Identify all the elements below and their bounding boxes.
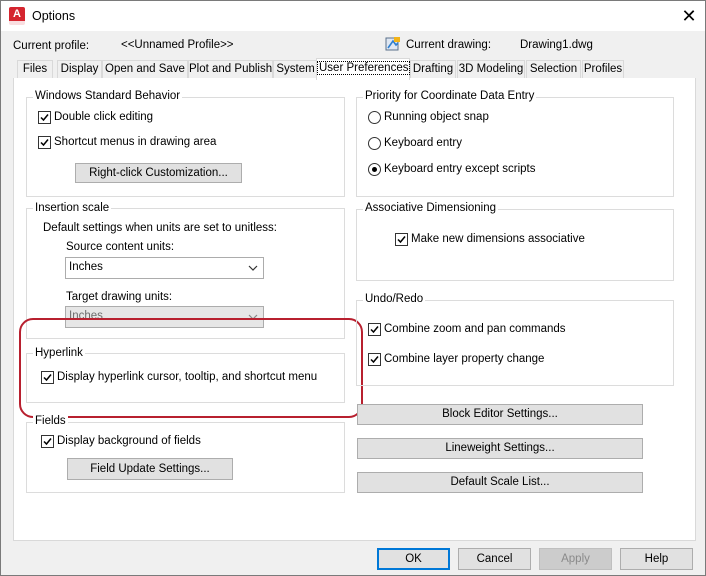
make-dimensions-associative-checkbox[interactable] (395, 233, 408, 246)
tab-open-and-save[interactable]: Open and Save (102, 60, 188, 78)
keyboard-entry-radio[interactable] (368, 137, 381, 150)
tab-plot-and-publish[interactable]: Plot and Publish (188, 60, 273, 78)
keyboard-entry-except-scripts-label: Keyboard entry except scripts (384, 163, 536, 175)
tab-user-preferences[interactable]: User Preferences (316, 58, 411, 80)
target-drawing-units-label: Target drawing units: (66, 291, 173, 303)
shortcut-menus-label: Shortcut menus in drawing area (54, 136, 217, 148)
insertion-scale-title: Insertion scale (33, 202, 112, 214)
undo-redo-group (356, 300, 674, 386)
options-dialog: A Options ✕ Current profile: <<Unnamed P… (0, 0, 706, 576)
fields-title: Fields (33, 415, 68, 427)
default-scale-list-button[interactable]: Default Scale List... (357, 472, 643, 493)
source-content-units-label: Source content units: (66, 241, 175, 253)
radio-selected-dot (372, 167, 377, 172)
field-update-settings-button[interactable]: Field Update Settings... (67, 458, 233, 480)
title-bar: A Options ✕ (1, 1, 705, 31)
tab-user-preferences-label: User Preferences (317, 61, 411, 75)
running-object-snap-radio[interactable] (368, 111, 381, 124)
tab-selection[interactable]: Selection (526, 60, 581, 78)
current-drawing-label: Current drawing: (406, 39, 492, 51)
source-content-units-select[interactable]: Inches (65, 257, 264, 279)
display-field-background-label: Display background of fields (57, 435, 201, 447)
combine-zoom-pan-label: Combine zoom and pan commands (384, 323, 566, 335)
current-profile-label: Current profile: (13, 40, 90, 52)
running-object-snap-label: Running object snap (384, 111, 489, 123)
combine-zoom-pan-checkbox[interactable] (368, 323, 381, 336)
combine-layer-change-checkbox[interactable] (368, 353, 381, 366)
combine-layer-change-label: Combine layer property change (384, 353, 545, 365)
lineweight-settings-button[interactable]: Lineweight Settings... (357, 438, 643, 459)
double-click-editing-checkbox[interactable] (38, 111, 51, 124)
shortcut-menus-checkbox[interactable] (38, 136, 51, 149)
display-field-background-checkbox[interactable] (41, 435, 54, 448)
tab-3d-modeling[interactable]: 3D Modeling (457, 60, 525, 78)
window-title: Options (32, 9, 76, 23)
priority-coordinate-title: Priority for Coordinate Data Entry (363, 90, 537, 102)
insertion-scale-description: Default settings when units are set to u… (43, 222, 277, 234)
ok-button[interactable]: OK (377, 548, 450, 570)
associative-dimensioning-title: Associative Dimensioning (363, 202, 499, 214)
help-button[interactable]: Help (620, 548, 693, 570)
keyboard-entry-label: Keyboard entry (384, 137, 462, 149)
current-drawing-value: Drawing1.dwg (520, 39, 593, 51)
undo-redo-title: Undo/Redo (363, 293, 426, 305)
apply-button[interactable]: Apply (539, 548, 612, 570)
autocad-app-icon: A (9, 7, 25, 25)
hyperlink-highlight-annotation (19, 318, 363, 418)
current-profile-value: <<Unnamed Profile>> (121, 39, 234, 51)
tab-system[interactable]: System (273, 60, 318, 78)
windows-standard-behavior-title: Windows Standard Behavior (33, 90, 183, 102)
tab-files[interactable]: Files (17, 60, 53, 78)
chevron-down-icon (248, 265, 258, 271)
tab-display[interactable]: Display (57, 60, 102, 78)
cancel-button[interactable]: Cancel (458, 548, 531, 570)
close-icon[interactable]: ✕ (672, 3, 706, 29)
block-editor-settings-button[interactable]: Block Editor Settings... (357, 404, 643, 425)
double-click-editing-label: Double click editing (54, 111, 154, 123)
drawing-icon (385, 36, 401, 52)
source-content-units-value: Inches (69, 261, 103, 273)
tab-profiles[interactable]: Profiles (582, 60, 624, 78)
keyboard-entry-except-scripts-radio[interactable] (368, 163, 381, 176)
make-dimensions-associative-label: Make new dimensions associative (411, 233, 585, 245)
right-click-customization-button[interactable]: Right-click Customization... (75, 163, 242, 183)
tab-drafting[interactable]: Drafting (410, 60, 456, 78)
